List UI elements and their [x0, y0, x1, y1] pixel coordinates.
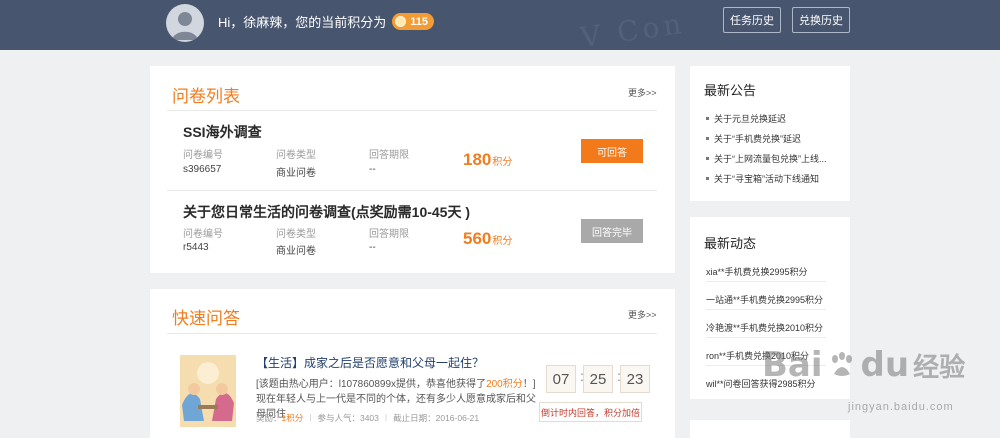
survey-score: 560 积分: [463, 229, 512, 249]
bullet-icon: [706, 117, 709, 120]
greeting: Hi，徐麻辣，您的当前积分为 115: [218, 12, 435, 31]
survey-more-link[interactable]: 更多>>: [628, 86, 657, 99]
survey-period: --: [369, 242, 376, 253]
answered-button: 回答完毕: [581, 219, 643, 243]
survey-period-label: 回答期限: [369, 150, 409, 161]
activity-divider: [706, 309, 826, 310]
task-history-button[interactable]: 任务历史: [723, 7, 781, 33]
question-meta: 奖励：1积分 | 参与人气：3403 | 截止日期：2016-06-21: [256, 412, 479, 424]
countdown-minutes: 25: [583, 365, 613, 393]
quick-answer-title: 快速问答: [172, 309, 240, 328]
announcements-card: 最新公告 关于元旦兑换延迟 关于“手机费兑换”延迟 关于“上网流量包兑换”上线.…: [690, 66, 850, 201]
bullet-icon: [706, 177, 709, 180]
activity-item: 冷艳渡**手机费兑换2010积分: [706, 323, 824, 333]
announcements-title: 最新公告: [704, 83, 757, 98]
survey-item-title[interactable]: SSI海外调查: [183, 122, 262, 142]
paw-icon: [827, 350, 857, 380]
activity-divider: [706, 281, 826, 282]
greeting-text: Hi，徐麻辣，您的当前积分为: [218, 15, 387, 30]
deadline: 截止日期：2016-06-21: [393, 413, 480, 423]
reward-label: 奖励：: [256, 413, 282, 423]
points-badge: 115: [392, 13, 435, 30]
announcement-text: 关于“手机费兑换”延迟: [714, 134, 801, 144]
popularity: 参与人气：3403: [317, 413, 379, 423]
baidu-watermark: Bai du 经验: [762, 345, 965, 385]
description-highlight: 200积分: [486, 379, 523, 390]
countdown-seconds: 23: [620, 365, 650, 393]
countdown-note: 倒计时内回答，积分加倍: [539, 402, 642, 422]
survey-score-value: 560: [463, 229, 492, 248]
survey-list-title: 问卷列表: [172, 87, 240, 106]
watermark-url: jingyan.baidu.com: [848, 401, 954, 413]
top-header: V Con Hi，徐麻辣，您的当前积分为 115 任务历史 兑换历史: [0, 0, 1000, 54]
coin-icon: [395, 16, 407, 27]
announcement-text: 关于“寻宝箱”活动下线通知: [714, 174, 819, 184]
survey-type: 商业问卷: [276, 246, 316, 257]
survey-id: s396657: [183, 164, 222, 175]
announcement-item[interactable]: 关于“寻宝箱”活动下线通知: [706, 172, 819, 185]
activity-item: 一站通**手机费兑换2995积分: [706, 295, 824, 305]
family-illustration-icon: [180, 355, 236, 427]
activity-divider: [706, 337, 826, 338]
survey-id-label: 问卷编号: [183, 150, 223, 161]
survey-id: r5443: [183, 242, 209, 253]
watermark-brand-c: 经验: [913, 352, 966, 383]
exchange-history-button[interactable]: 兑换历史: [792, 7, 850, 33]
survey-score-unit: 积分: [492, 236, 513, 247]
watermark-brand-b: du: [860, 345, 910, 385]
meta-separator: |: [384, 412, 388, 422]
header-decoration: V Con: [578, 6, 688, 55]
survey-row-divider: [167, 190, 657, 191]
countdown-hours: 07: [546, 365, 576, 393]
quick-answer-divider: [167, 333, 657, 334]
announcement-text: 关于元旦兑换延迟: [714, 114, 787, 124]
watermark-brand-a: Bai: [762, 345, 823, 385]
points-value: 115: [410, 15, 429, 28]
user-icon: [172, 12, 198, 40]
quick-answer-more-link[interactable]: 更多>>: [628, 308, 657, 321]
activity-item: xia**手机费兑换2995积分: [706, 267, 808, 277]
announcement-item[interactable]: 关于“上网流量包兑换”上线...: [706, 152, 827, 165]
reward-info: 奖励：1积分: [256, 412, 303, 424]
survey-divider: [167, 110, 657, 111]
bullet-icon: [706, 157, 709, 160]
meta-separator: |: [309, 412, 312, 422]
survey-score-unit: 积分: [492, 157, 513, 168]
announcement-text: 关于“上网流量包兑换”上线...: [714, 154, 827, 164]
survey-id-label: 问卷编号: [183, 229, 223, 240]
reward-value: 1积分: [281, 413, 304, 423]
survey-type-label: 问卷类型: [276, 229, 316, 240]
survey-type: 商业问卷: [276, 168, 316, 179]
survey-period: --: [369, 164, 376, 175]
bullet-icon: [706, 137, 709, 140]
answer-button[interactable]: 可回答: [581, 139, 643, 163]
survey-period-label: 回答期限: [369, 229, 409, 240]
question-thumbnail[interactable]: [180, 355, 236, 427]
description-text: [该题由热心用户：l107860899x提供，恭喜他获得了: [256, 379, 487, 390]
question-title[interactable]: 【生活】成家之后是否愿意和父母一起住？: [256, 354, 484, 371]
sidebar-card-partial: [690, 420, 850, 438]
avatar[interactable]: [166, 4, 204, 42]
announcement-item[interactable]: 关于元旦兑换延迟: [706, 112, 786, 125]
activity-title: 最新动态: [704, 236, 757, 251]
survey-score-value: 180: [463, 150, 492, 169]
announcement-item[interactable]: 关于“手机费兑换”延迟: [706, 132, 801, 145]
survey-score: 180 积分: [463, 150, 512, 170]
survey-type-label: 问卷类型: [276, 150, 316, 161]
survey-item-title[interactable]: 关于您日常生活的问卷调查(点奖励需10-45天 ): [183, 202, 470, 222]
